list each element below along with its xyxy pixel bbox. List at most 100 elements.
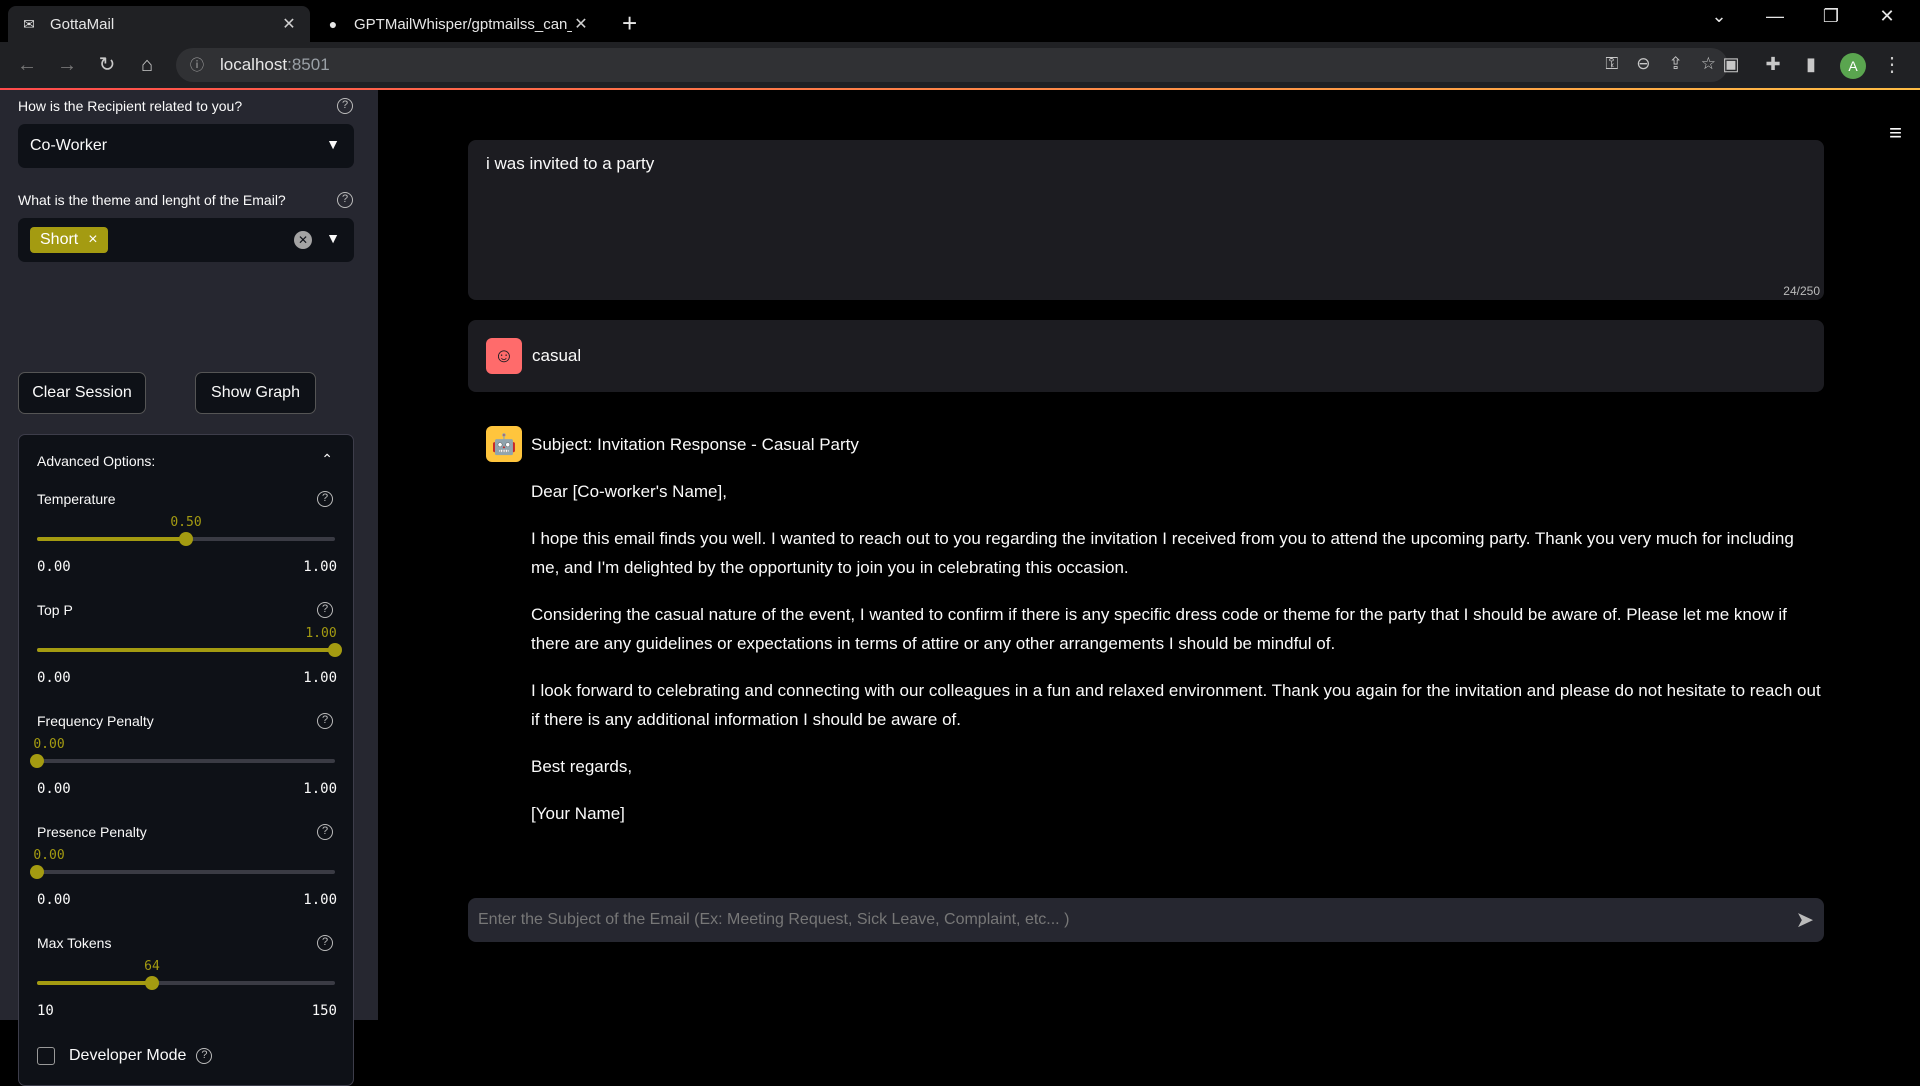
chat-message-user: ☺ casual	[468, 320, 1824, 392]
reload-icon[interactable]: ↻	[94, 52, 120, 78]
email-greeting: Dear [Co-worker's Name],	[531, 482, 727, 501]
send-icon[interactable]: ➤	[1796, 907, 1814, 933]
puzzle-icon[interactable]: ✚	[1762, 54, 1784, 75]
tab-title: GottaMail	[50, 15, 115, 33]
email-signoff: Best regards,	[531, 757, 633, 776]
password-key-icon[interactable]: ⚿	[1605, 54, 1618, 74]
slider-thumb[interactable]	[145, 976, 159, 990]
tab-gottamail[interactable]: ✉ GottaMail ✕	[8, 6, 310, 42]
slider-fill	[37, 981, 152, 985]
assistant-message: Subject: Invitation Response - Casual Pa…	[531, 430, 1821, 846]
theme-multiselect[interactable]: Short × ✕ ▼	[18, 218, 354, 262]
chip-short[interactable]: Short ×	[30, 227, 108, 253]
chip-remove-icon[interactable]: ×	[88, 231, 97, 249]
slider-label: Top P	[37, 602, 73, 618]
tab-github[interactable]: ● GPTMailWhisper/gptmailss_can_c ✕	[312, 6, 602, 42]
profile-avatar[interactable]: A	[1840, 53, 1866, 79]
slider-frequency-penalty: Frequency Penalty? 0.00 0.00 1.00	[30, 713, 337, 809]
slider-value: 1.00	[305, 626, 337, 641]
more-menu-icon[interactable]: ⋮	[1882, 52, 1902, 77]
restore-icon[interactable]: ❐	[1808, 6, 1854, 27]
advanced-options-expander: Advanced Options: ⌃ Temperature? 0.50 0.00…	[18, 434, 354, 1086]
help-icon[interactable]: ?	[337, 98, 353, 114]
close-tab-icon[interactable]: ✕	[572, 14, 590, 34]
tab-search-icon[interactable]: ⌄	[1696, 6, 1742, 27]
minimize-icon[interactable]: —	[1752, 6, 1798, 27]
help-icon[interactable]: ?	[196, 1048, 213, 1064]
relation-label: How is the Recipient related to you?	[18, 98, 243, 114]
user-message-textarea[interactable]: i was invited to a party 24/250	[468, 140, 1824, 300]
close-tab-icon[interactable]: ✕	[280, 14, 298, 34]
show-graph-button[interactable]: Show Graph	[195, 372, 316, 414]
help-icon[interactable]: ?	[317, 713, 333, 729]
extension-icon[interactable]: ▣	[1720, 54, 1742, 75]
slider-track[interactable]	[30, 754, 335, 768]
slider-thumb[interactable]	[179, 532, 193, 546]
slider-label: Temperature	[37, 491, 116, 507]
clear-session-button[interactable]: Clear Session	[18, 372, 146, 414]
help-icon[interactable]: ?	[317, 935, 333, 951]
address-bar[interactable]: ⓘ localhost:8501 ⚿ ⊖ ⇪ ☆	[176, 48, 1728, 82]
slider-min: 10	[37, 1003, 54, 1019]
mail-icon: ✉	[23, 15, 35, 32]
help-icon[interactable]: ?	[317, 824, 333, 840]
slider-track[interactable]	[37, 976, 335, 990]
slider-min: 0.00	[37, 781, 71, 797]
slider-min: 0.00	[37, 559, 71, 575]
slider-max: 1.00	[303, 781, 337, 797]
chevron-up-icon[interactable]: ⌃	[321, 451, 333, 468]
chat-input-placeholder: Enter the Subject of the Email (Ex: Meet…	[478, 911, 1070, 928]
chat-input[interactable]: Enter the Subject of the Email (Ex: Meet…	[468, 898, 1824, 942]
browser-tab-bar: ✉ GottaMail ✕ ● GPTMailWhisper/gptmailss…	[0, 0, 1920, 42]
clear-all-icon[interactable]: ✕	[294, 231, 312, 249]
email-signature: [Your Name]	[531, 804, 625, 823]
slider-track[interactable]	[30, 865, 335, 879]
developer-mode-checkbox[interactable]: Developer Mode ?	[37, 1047, 213, 1065]
slider-max: 1.00	[303, 559, 337, 575]
zoom-icon[interactable]: ⊖	[1636, 54, 1650, 74]
hamburger-menu-icon[interactable]: ≡	[1889, 120, 1902, 146]
slider-thumb[interactable]	[328, 643, 342, 657]
chip-label: Short	[40, 231, 79, 248]
forward-icon[interactable]: →	[54, 52, 80, 78]
browser-toolbar: ← → ↻ ⌂ ⓘ localhost:8501 ⚿ ⊖ ⇪ ☆ ▣ ✚ ▮ A…	[0, 42, 1920, 88]
github-icon: ●	[328, 16, 338, 32]
help-icon[interactable]: ?	[337, 192, 353, 208]
relation-select[interactable]: Co-Worker ▼	[18, 124, 354, 168]
help-icon[interactable]: ?	[317, 491, 333, 507]
slider-temperature: Temperature? 0.50 0.00 1.00	[37, 491, 337, 587]
share-icon[interactable]: ⇪	[1669, 54, 1683, 74]
advanced-options-title[interactable]: Advanced Options:	[37, 453, 155, 469]
checkbox-box[interactable]	[37, 1047, 55, 1065]
slider-value: 0.00	[33, 848, 65, 863]
tab-title: GPTMailWhisper/gptmailss_can_c	[354, 15, 572, 33]
slider-value: 0.50	[170, 515, 202, 530]
relation-value: Co-Worker	[30, 137, 108, 154]
slider-presence-penalty: Presence Penalty? 0.00 0.00 1.00	[30, 824, 337, 920]
slider-min: 0.00	[37, 670, 71, 686]
bookmark-star-icon[interactable]: ☆	[1701, 54, 1716, 74]
developer-mode-label: Developer Mode	[69, 1047, 187, 1064]
slider-label: Max Tokens	[37, 935, 112, 951]
url-host: localhost	[220, 55, 288, 74]
help-icon[interactable]: ?	[317, 602, 333, 618]
back-icon[interactable]: ←	[14, 52, 40, 78]
close-window-icon[interactable]: ✕	[1864, 6, 1910, 27]
slider-track[interactable]	[37, 643, 342, 657]
email-paragraph: I look forward to celebrating and connec…	[531, 681, 1821, 729]
chevron-down-icon: ▼	[326, 136, 340, 152]
slider-value: 0.00	[33, 737, 65, 752]
new-tab-icon[interactable]: +	[622, 8, 637, 39]
site-info-icon[interactable]: ⓘ	[190, 55, 204, 75]
slider-fill	[37, 537, 186, 541]
home-icon[interactable]: ⌂	[134, 52, 160, 78]
chevron-down-icon: ▼	[326, 230, 340, 246]
slider-thumb[interactable]	[30, 865, 44, 879]
slider-top-p: Top P? 1.00 0.00 1.00	[37, 602, 342, 698]
slider-value: 64	[144, 959, 160, 974]
side-panel-icon[interactable]: ▮	[1800, 54, 1822, 75]
slider-thumb[interactable]	[30, 754, 44, 768]
email-paragraph: Considering the casual nature of the eve…	[531, 605, 1787, 653]
slider-track[interactable]	[37, 532, 335, 546]
slider-label: Frequency Penalty	[37, 713, 154, 729]
